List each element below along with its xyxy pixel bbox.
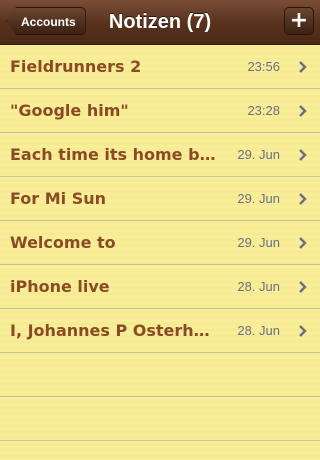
note-title: For Mi Sun xyxy=(10,189,107,208)
empty-ruled-line xyxy=(0,397,320,441)
plus-icon: + xyxy=(289,8,309,33)
note-date: 28. Jun xyxy=(237,279,280,294)
note-title: iPhone live xyxy=(10,277,110,296)
note-date: 29. Jun xyxy=(237,191,280,206)
navigation-bar: Accounts Notizen (7) + xyxy=(0,0,320,45)
note-row[interactable]: Each time its home button is... 29. Jun xyxy=(0,133,320,177)
note-row[interactable]: For Mi Sun 29. Jun xyxy=(0,177,320,221)
note-row[interactable]: I, Johannes P Osterhoff, shal... 28. Jun xyxy=(0,309,320,353)
add-note-button[interactable]: + xyxy=(284,7,314,35)
note-date: 23:28 xyxy=(247,103,280,118)
note-date: 29. Jun xyxy=(237,147,280,162)
chevron-right-icon xyxy=(298,177,308,221)
note-date: 29. Jun xyxy=(237,235,280,250)
empty-ruled-line xyxy=(0,353,320,397)
chevron-right-icon xyxy=(298,221,308,265)
note-title: "Google him" xyxy=(10,101,129,120)
note-title: Welcome to xyxy=(10,233,116,252)
chevron-right-icon xyxy=(298,309,308,353)
note-title: I, Johannes P Osterhoff, shal... xyxy=(10,321,220,340)
note-row[interactable]: "Google him" 23:28 xyxy=(0,89,320,133)
note-title: Fieldrunners 2 xyxy=(10,57,142,76)
page-title: Notizen (7) xyxy=(108,11,212,33)
chevron-right-icon xyxy=(298,133,308,177)
note-row[interactable]: Fieldrunners 2 23:56 xyxy=(0,45,320,89)
chevron-right-icon xyxy=(298,265,308,309)
note-date: 23:56 xyxy=(247,59,280,74)
chevron-right-icon xyxy=(298,89,308,133)
note-row[interactable]: iPhone live 28. Jun xyxy=(0,265,320,309)
note-date: 28. Jun xyxy=(237,323,280,338)
note-row[interactable]: Welcome to 29. Jun xyxy=(0,221,320,265)
note-title: Each time its home button is... xyxy=(10,145,220,164)
notes-list: Fieldrunners 2 23:56 "Google him" 23:28 … xyxy=(0,45,320,460)
chevron-right-icon xyxy=(298,45,308,89)
